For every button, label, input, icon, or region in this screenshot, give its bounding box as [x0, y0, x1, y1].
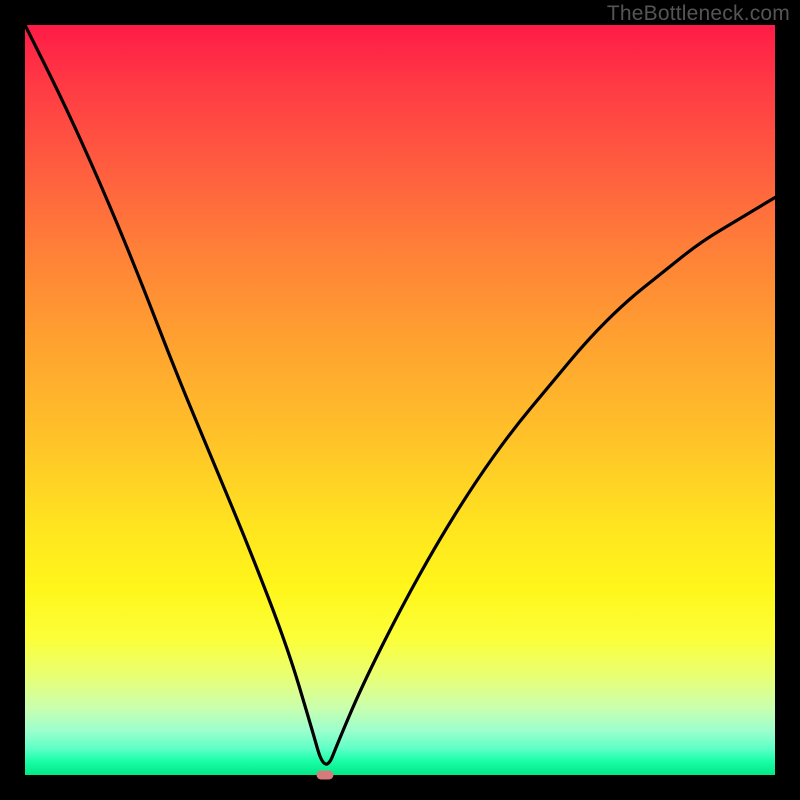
chart-frame: TheBottleneck.com [0, 0, 800, 800]
plot-area [25, 25, 775, 775]
curve-svg [25, 25, 775, 775]
watermark-text: TheBottleneck.com [607, 2, 790, 26]
minimum-marker [317, 771, 334, 780]
bottleneck-curve [25, 25, 775, 764]
